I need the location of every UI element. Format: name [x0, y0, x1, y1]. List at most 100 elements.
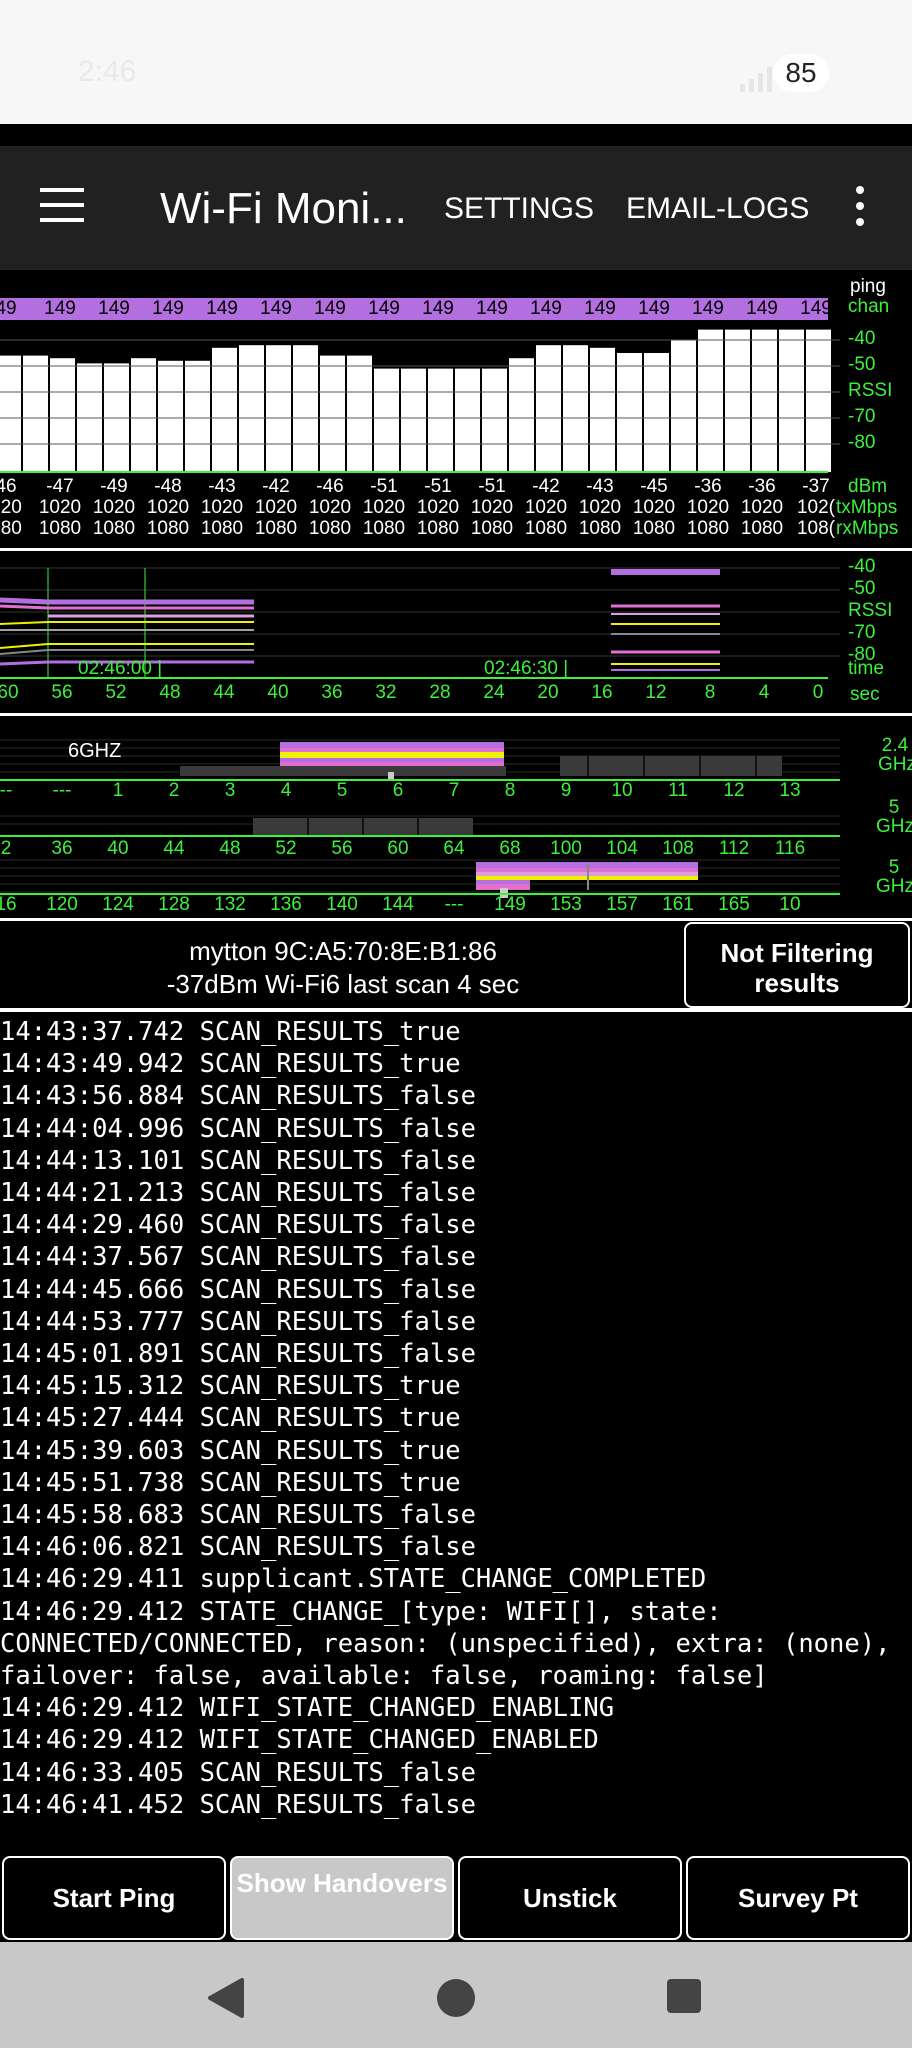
log-line: 14:46:29.412 WIFI_STATE_CHANGED_ENABLING [0, 1693, 615, 1724]
unstick-button[interactable]: Unstick [458, 1856, 682, 1940]
event-log[interactable]: 14:43:37.742 SCAN_RESULTS_true 14:43:49.9… [0, 1016, 912, 1854]
channel-tick: 140 [326, 894, 358, 915]
rssi-bar [698, 329, 723, 472]
filter-button[interactable]: Not Filtering results [684, 922, 910, 1008]
channel-tick: 149 [494, 894, 526, 915]
sec-tick: 4 [758, 682, 770, 703]
band-24-label: 2.4 GHz [878, 735, 912, 775]
tx-value: 1020 [146, 497, 190, 518]
sec-tick: 60 [0, 682, 19, 703]
rx-value: 1080 [146, 518, 190, 539]
rssi-tick: -70 [848, 406, 876, 427]
sec-tick: 36 [321, 682, 343, 703]
tx-value: 1020 [524, 497, 568, 518]
tx-label: txMbps [836, 497, 898, 518]
log-line: 14:46:29.411 supplicant.STATE_CHANGE_COM… [0, 1564, 707, 1595]
channel-tick: 68 [499, 838, 521, 859]
sec-tick: 52 [105, 682, 127, 703]
channel-tick: 10 [611, 780, 633, 801]
chan-value: 149 [44, 298, 76, 319]
rssi-bar [239, 345, 264, 472]
rssi-bar [779, 329, 804, 472]
log-line: 14:45:58.683 SCAN_RESULTS_false [0, 1500, 476, 1531]
rssi-tick: -40 [848, 556, 876, 577]
chan-value: 149 [260, 298, 292, 319]
log-line: 14:44:53.777 SCAN_RESULTS_false [0, 1306, 476, 1337]
dbm-value: -42 [532, 476, 560, 497]
channel-tick: 11 [668, 780, 688, 801]
tx-value: 1020 [740, 497, 784, 518]
rssi-tick: RSSI [848, 380, 893, 401]
channel-tick: 161 [662, 894, 694, 915]
log-line: 14:44:13.101 SCAN_RESULTS_false [0, 1145, 476, 1176]
sec-tick: 12 [645, 682, 667, 703]
sec-tick: 8 [704, 682, 716, 703]
settings-button[interactable]: SETTINGS [444, 192, 594, 226]
chan-value: 149 [368, 298, 400, 319]
rssi-bar [617, 353, 642, 472]
channel-tick: 8 [504, 780, 516, 801]
log-line: 14:46:06.821 SCAN_RESULTS_false [0, 1532, 476, 1563]
rx-value: 1080 [254, 518, 298, 539]
divider [0, 1008, 912, 1012]
channel-tick: 100 [550, 838, 582, 859]
dbm-value: -37 [802, 476, 830, 497]
sec-tick: 56 [51, 682, 73, 703]
recents-icon[interactable] [666, 1978, 702, 2014]
tx-value: 1020 [686, 497, 730, 518]
band-label: 6GHZ [68, 740, 122, 762]
chan-value: 149 [530, 298, 562, 319]
channel-tick: 1 [112, 780, 124, 801]
survey-pt-button[interactable]: Survey Pt [686, 1856, 910, 1940]
sec-tick: 20 [537, 682, 559, 703]
channel-tick: 60 [387, 838, 409, 859]
rssi-bar [320, 355, 345, 472]
chan-value: 149 [314, 298, 346, 319]
channel-tick: 124 [102, 894, 134, 915]
channel-tick: 2 [168, 780, 180, 801]
channel-tick: 116 [774, 838, 806, 859]
channel-tick: 13 [779, 780, 801, 801]
channel-tick: 104 [606, 838, 638, 859]
rx-value: 1080 [362, 518, 406, 539]
rssi-tick: -50 [848, 578, 876, 599]
channel-tick: 136 [270, 894, 302, 915]
dbm-value: -43 [208, 476, 236, 497]
more-vert-icon[interactable] [856, 186, 866, 234]
back-icon[interactable] [206, 1978, 246, 2018]
channel-tick: 165 [718, 894, 750, 915]
signal-icon [740, 67, 772, 92]
channel-tick: 48 [219, 838, 241, 859]
ssid-line: mytton 9C:A5:70:8E:B1:86 [189, 936, 497, 966]
hamburger-icon[interactable] [40, 188, 84, 233]
chan-value: 149 [206, 298, 238, 319]
show-handovers-button[interactable]: Show Handovers [230, 1856, 454, 1940]
rssi-bar [482, 368, 507, 472]
rssi-bar [509, 358, 534, 472]
chan-value: 149 [800, 298, 832, 319]
rssi-tick: -40 [848, 328, 876, 349]
channel-tick: 5 [336, 780, 348, 801]
status-time: 2:46 [78, 55, 137, 88]
rx-value: 1080 [632, 518, 676, 539]
log-line: 14:44:04.996 SCAN_RESULTS_false [0, 1113, 476, 1144]
home-icon[interactable] [436, 1978, 476, 2018]
channel-tick: 3 [224, 780, 236, 801]
rssi-bar [185, 360, 210, 472]
rx-value: 080 [0, 518, 22, 539]
start-ping-button[interactable]: Start Ping [2, 1856, 226, 1940]
log-line: 14:46:29.412 STATE_CHANGE_[type: WIFI[],… [0, 1596, 906, 1692]
tx-value: 020 [0, 497, 22, 518]
sec-tick: 0 [812, 682, 824, 703]
sec-tick: 40 [267, 682, 289, 703]
rssi-tick: RSSI [848, 600, 893, 621]
rssi-bar [23, 355, 48, 472]
channel-tick: 56 [331, 838, 353, 859]
time-mark: 02:46:00 | [78, 658, 163, 679]
detail-line: -37dBm Wi-Fi6 last scan 4 sec [166, 969, 520, 999]
email-logs-button[interactable]: EMAIL-LOGS [626, 192, 809, 226]
rssi-bar [401, 368, 426, 472]
navigation-bar [0, 1942, 912, 2048]
tx-value: 1020 [470, 497, 514, 518]
tx-value: 1020 [254, 497, 298, 518]
